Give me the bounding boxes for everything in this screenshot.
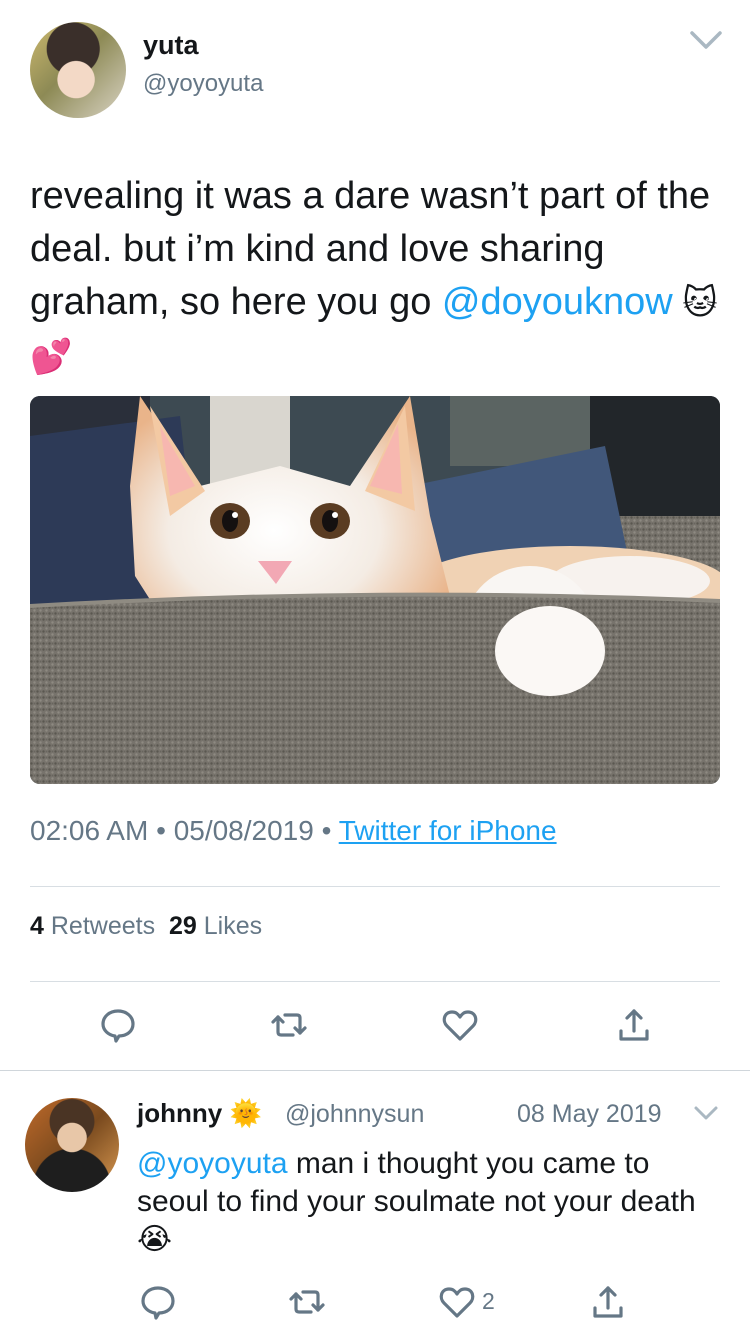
like-icon[interactable]	[437, 1282, 477, 1322]
divider	[30, 886, 720, 887]
chevron-down-icon[interactable]	[688, 28, 724, 52]
sun-badge-icon: 🌞	[229, 1098, 262, 1128]
reply-like-count[interactable]: 2	[482, 1288, 495, 1315]
reply-icon[interactable]	[98, 1005, 138, 1045]
share-icon[interactable]	[614, 1005, 654, 1045]
section-divider	[0, 1070, 750, 1071]
author-avatar[interactable]	[30, 22, 126, 118]
author-handle[interactable]: @yoyoyuta	[143, 70, 263, 98]
likes-label[interactable]: Likes	[204, 912, 262, 940]
reply-text: @yoyoyuta man i thought you came to seou…	[137, 1145, 717, 1259]
retweets-label[interactable]: Retweets	[51, 912, 155, 940]
tweet-date: 05/08/2019	[173, 815, 314, 846]
retweet-icon[interactable]	[287, 1282, 327, 1322]
mention-link[interactable]: @doyouknow	[442, 281, 673, 323]
tweet-stats: 4 Retweets 29 Likes	[30, 912, 262, 941]
reply-icon[interactable]	[138, 1282, 178, 1322]
retweet-icon[interactable]	[269, 1005, 309, 1045]
share-icon[interactable]	[588, 1282, 628, 1322]
reply-author-name[interactable]: johnny 🌞	[137, 1098, 262, 1129]
tweet-time: 02:06 AM	[30, 815, 149, 846]
likes-count[interactable]: 29	[169, 912, 197, 940]
divider	[30, 981, 720, 982]
chevron-down-icon[interactable]	[693, 1104, 719, 1122]
meta-separator-2: •	[321, 815, 332, 846]
tweet-photo[interactable]	[30, 396, 720, 784]
author-display-name[interactable]: yuta	[143, 30, 199, 61]
crying-emoji: 😭	[137, 1223, 173, 1256]
cat-photo-illustration	[30, 396, 720, 784]
tweet-meta: 02:06 AM • 05/08/2019 • Twitter for iPho…	[30, 815, 557, 847]
meta-separator-1: •	[156, 815, 166, 846]
tweet-source-link[interactable]: Twitter for iPhone	[339, 815, 557, 846]
like-icon[interactable]	[440, 1005, 480, 1045]
reply-author-handle[interactable]: @johnnysun	[285, 1100, 424, 1129]
reply-mention-link[interactable]: @yoyoyuta	[137, 1147, 288, 1180]
reply-author-avatar[interactable]	[25, 1098, 119, 1192]
tweet-text: revealing it was a dare wasn’t part of t…	[30, 170, 720, 384]
retweets-count[interactable]: 4	[30, 912, 44, 940]
reply-date: 08 May 2019	[517, 1100, 662, 1128]
reply-author-display-name[interactable]: johnny	[137, 1098, 222, 1128]
